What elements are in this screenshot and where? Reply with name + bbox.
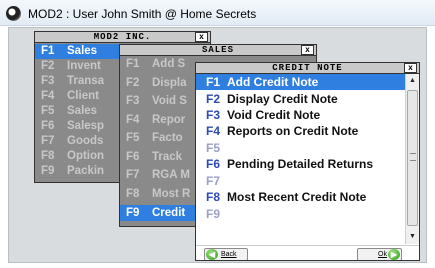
scrollbar-grip-icon	[410, 153, 416, 161]
menu-key: F8	[206, 190, 221, 204]
menu-label: RGA M	[152, 169, 190, 181]
menu-key: F7	[126, 169, 140, 181]
credit-note-window-title-bar: CREDIT NOTE x	[196, 63, 419, 74]
credit-note-item-f2[interactable]: F2 Display Credit Note	[196, 91, 407, 107]
menu-label: Most R	[152, 188, 191, 200]
menu-label: Add Credit Note	[227, 75, 319, 89]
menu-key: F4	[41, 90, 55, 102]
menu-label: Invent	[67, 60, 101, 72]
credit-note-close-button[interactable]: x	[404, 63, 417, 73]
menu-label: Pending Detailed Returns	[227, 157, 374, 171]
menu-key: F5	[206, 141, 221, 155]
credit-note-window-title: CREDIT NOTE	[272, 63, 343, 73]
menu-key: F3	[41, 75, 55, 87]
credit-note-item-f3[interactable]: F3 Void Credit Note	[196, 107, 407, 123]
credit-note-item-f1[interactable]: F1 Add Credit Note	[196, 74, 407, 90]
menu-key: F1	[41, 45, 55, 57]
menu-label: Sales	[67, 105, 98, 117]
credit-note-item-f5[interactable]: F5	[196, 140, 407, 156]
menu-label: Add S	[152, 58, 186, 70]
menu-key: F7	[41, 135, 55, 147]
menu-key: F8	[41, 150, 55, 162]
menu-label: Reports on Credit Note	[227, 124, 359, 138]
desktop-area: MOD2 INC. x F1 Sales F2 Invent F3 Transa F4 C…	[8, 27, 427, 263]
menu-label: Packin	[67, 165, 105, 177]
menu-key: F7	[206, 174, 221, 188]
scroll-down-arrow-icon[interactable]: ▼	[406, 230, 419, 244]
menu-key: F3	[206, 108, 221, 122]
back-button[interactable]: ◀ Back	[204, 248, 248, 260]
window-title: MOD2 : User John Smith @ Home Secrets	[28, 7, 257, 21]
credit-note-item-f9[interactable]: F9	[196, 206, 407, 222]
menu-key: F9	[206, 207, 221, 221]
menu-label: Display Credit Note	[227, 92, 338, 106]
credit-note-item-f4[interactable]: F4 Reports on Credit Note	[196, 123, 407, 139]
credit-note-menu-list: F1 Add Credit Note F2 Display Credit Note …	[196, 74, 407, 244]
scroll-up-arrow-icon[interactable]: ▲	[406, 74, 419, 88]
credit-note-item-f6[interactable]: F6 Pending Detailed Returns	[196, 156, 407, 172]
sales-window-title: SALES	[201, 45, 234, 55]
menu-label: Sales	[67, 45, 98, 57]
menu-label: Credit	[152, 207, 186, 219]
menu-key: F4	[206, 124, 221, 138]
ok-button[interactable]: Ok ▶	[357, 248, 402, 260]
credit-note-item-f7[interactable]: F7	[196, 173, 407, 189]
menu-key: F2	[41, 60, 55, 72]
credit-note-button-bar: ◀ Back Ok ▶	[196, 245, 419, 260]
credit-note-item-f8[interactable]: F8 Most Recent Credit Note	[196, 189, 407, 205]
menu-key: F9	[41, 165, 55, 177]
sales-window-title-bar: SALES x	[120, 45, 316, 56]
menu-label: Facto	[152, 132, 183, 144]
forward-arrow-icon: ▶	[388, 249, 400, 260]
menu-label: Void Credit Note	[227, 108, 321, 122]
menu-key: F8	[126, 188, 140, 200]
menu-key: F4	[126, 114, 140, 126]
menu-label: Client	[67, 90, 99, 102]
menu-label: Repor	[152, 114, 186, 126]
sales-close-button[interactable]: x	[301, 45, 314, 55]
menu-key: F6	[206, 157, 221, 171]
menu-key: F6	[41, 120, 55, 132]
mod2-window-title: MOD2 INC.	[93, 32, 152, 42]
menu-label: Displa	[152, 77, 187, 89]
menu-label: Void S	[152, 95, 187, 107]
menu-key: F6	[126, 151, 140, 163]
mod2-window-title-bar: MOD2 INC. x	[35, 32, 210, 43]
menu-label: Most Recent Credit Note	[227, 190, 367, 204]
ok-button-label: Ok	[378, 251, 387, 258]
menu-label: Goods	[67, 135, 104, 147]
scrollbar-thumb[interactable]	[407, 90, 418, 226]
menu-label: Track	[152, 151, 183, 163]
back-button-label: Back	[221, 251, 237, 258]
menu-key: F2	[126, 77, 140, 89]
menu-label: Transa	[67, 75, 105, 87]
menu-key: F5	[126, 132, 140, 144]
menu-key: F3	[126, 95, 140, 107]
menu-label: Salesp	[67, 120, 105, 132]
menu-key: F1	[126, 58, 140, 70]
menu-key: F9	[126, 207, 140, 219]
menu-key: F2	[206, 92, 221, 106]
credit-note-window: CREDIT NOTE x F1 Add Credit Note F2 Display…	[195, 62, 420, 261]
credit-note-scrollbar[interactable]: ▲ ▼	[405, 74, 419, 244]
menu-key: F1	[206, 75, 221, 89]
mod2-close-button[interactable]: x	[195, 32, 208, 42]
back-arrow-icon: ◀	[206, 249, 218, 260]
app-icon	[6, 6, 21, 21]
menu-label: Option	[67, 150, 105, 162]
title-bar: MOD2 : User John Smith @ Home Secrets	[0, 0, 435, 26]
menu-key: F5	[41, 105, 55, 117]
